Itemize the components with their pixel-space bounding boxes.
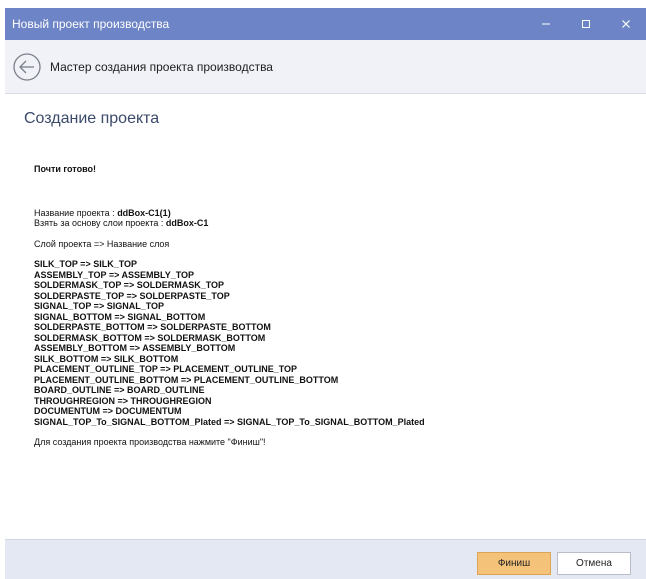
finish-button[interactable]: Финиш (477, 552, 551, 575)
wizard-header: Мастер создания проекта производства (5, 40, 646, 94)
mapping-header: Слой проекта => Название слоя (34, 238, 170, 249)
title-bar[interactable]: Новый проект производства (5, 8, 646, 40)
ready-heading: Почти готово! (34, 164, 97, 174)
wizard-window: Новый проект производства Мастер создани… (5, 8, 646, 579)
base-layers-value: ddBox-C1 (165, 218, 209, 228)
project-name-line: Название проекта : ddBox-C1(1) (34, 208, 425, 219)
layer-mapping-item: DOCUMENTUM => DOCUMENTUM (34, 406, 182, 416)
layer-mapping-item: SOLDERPASTE_BOTTOM => SOLDERPASTE_BOTTOM (34, 322, 271, 332)
layer-mapping-item: BOARD_OUTLINE => BOARD_OUTLINE (34, 385, 205, 395)
minimize-icon (542, 23, 550, 25)
base-layers-line: Взять за основу слои проекта : ddBox-C1 (34, 218, 425, 229)
layer-mapping-item: ASSEMBLY_BOTTOM => ASSEMBLY_BOTTOM (34, 343, 236, 353)
layer-mapping-item: SIGNAL_TOP => SIGNAL_TOP (34, 301, 165, 311)
cancel-button[interactable]: Отмена (557, 552, 631, 575)
layer-mapping-item: PLACEMENT_OUTLINE_TOP => PLACEMENT_OUTLI… (34, 364, 298, 374)
maximize-button[interactable] (566, 8, 606, 40)
layer-mapping-item: PLACEMENT_OUTLINE_BOTTOM => PLACEMENT_OU… (34, 374, 339, 385)
layer-mapping-item: ASSEMBLY_TOP => ASSEMBLY_TOP (34, 269, 195, 280)
back-arrow-icon[interactable] (12, 52, 42, 82)
layer-mapping-item: SIGNAL_TOP_To_SIGNAL_BOTTOM_Plated => SI… (34, 416, 425, 427)
layer-mapping-item: SILK_BOTTOM => SILK_BOTTOM (34, 353, 179, 364)
wizard-header-title: Мастер создания проекта производства (50, 59, 273, 74)
window-title: Новый проект производства (12, 17, 170, 31)
layer-mapping-item: SILK_TOP => SILK_TOP (34, 259, 138, 269)
layer-mapping-item: THROUGHREGION => THROUGHREGION (34, 395, 212, 406)
footer-note: Для создания проекта производства нажмит… (34, 437, 266, 447)
close-button[interactable] (606, 8, 646, 40)
base-layers-label: Взять за основу слои проекта : (34, 218, 166, 228)
page-title: Создание проекта (24, 110, 160, 127)
project-name-value: ddBox-C1(1) (117, 207, 171, 218)
layer-mapping-item: SOLDERPASTE_TOP => SOLDERPASTE_TOP (34, 290, 230, 301)
minimize-button[interactable] (526, 8, 566, 40)
layer-mapping-item: SOLDERMASK_TOP => SOLDERMASK_TOP (34, 280, 225, 290)
summary-text: Почти готово! Название проекта : ddBox-C… (34, 164, 425, 448)
layer-mapping-item: SIGNAL_BOTTOM => SIGNAL_BOTTOM (34, 311, 206, 322)
maximize-icon (582, 20, 590, 28)
layer-mapping-list: SILK_TOP => SILK_TOP ASSEMBLY_TOP => ASS… (34, 259, 425, 427)
button-bar: Финиш Отмена (5, 539, 646, 579)
close-icon (622, 20, 630, 28)
project-name-label: Название проекта : (34, 207, 118, 218)
layer-mapping-item: SOLDERMASK_BOTTOM => SOLDERMASK_BOTTOM (34, 332, 266, 343)
wizard-content: Создание проекта Почти готово! Название … (5, 94, 646, 539)
